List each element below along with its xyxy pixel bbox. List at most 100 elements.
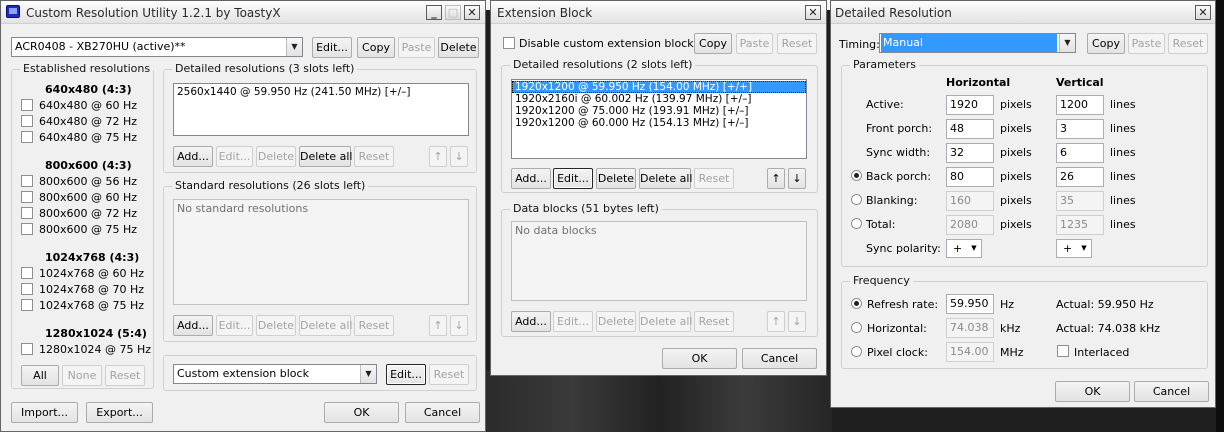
standard-delete-all-button: Delete all: [299, 315, 353, 336]
chevron-down-icon: ▼: [286, 38, 302, 56]
dr-copy-button[interactable]: Copy: [1087, 33, 1125, 54]
main-titlebar[interactable]: Custom Resolution Utility 1.2.1 by Toast…: [1, 1, 485, 24]
import-button[interactable]: Import...: [11, 402, 78, 423]
list-item-selected[interactable]: 1920x1200 @ 59.950 Hz (154.00 MHz) [+/+]: [512, 81, 806, 93]
standard-delete-button: Delete: [256, 315, 296, 336]
monitor-edit-button[interactable]: Edit...: [312, 37, 352, 58]
extension-title: Extension Block: [497, 6, 593, 20]
pixels-unit: pixels: [1000, 194, 1032, 207]
back-porch-v-input[interactable]: 26: [1056, 167, 1104, 187]
ext-detailed-listbox[interactable]: 1920x1200 @ 59.950 Hz (154.00 MHz) [+/+]…: [511, 79, 807, 159]
blanking-h-input: 160: [946, 191, 994, 211]
established-checkbox[interactable]: [21, 299, 33, 311]
established-checkbox[interactable]: [21, 207, 33, 219]
established-item-label: 800x600 @ 60 Hz: [39, 191, 138, 204]
active-h-input[interactable]: 1920: [946, 95, 994, 115]
cancel-button[interactable]: Cancel: [405, 402, 480, 423]
dr-cancel-button[interactable]: Cancel: [1134, 381, 1209, 402]
vertical-header: Vertical: [1056, 76, 1104, 89]
sync-polarity-v-select[interactable]: + ▼: [1056, 239, 1092, 258]
extension-edit-button[interactable]: Edit...: [386, 364, 426, 385]
established-group-heading: 640x480 (4:3): [45, 83, 132, 96]
export-button[interactable]: Export...: [86, 402, 153, 423]
active-v-input[interactable]: 1200: [1056, 95, 1104, 115]
monitor-select-value: ACR0408 - XB270HU (active)**: [15, 40, 186, 53]
sync-polarity-h-select[interactable]: + ▼: [946, 239, 982, 258]
refresh-rate-input[interactable]: 59.950: [946, 294, 994, 314]
list-item[interactable]: 1920x2160i @ 60.002 Hz (139.97 MHz) [+/–…: [512, 93, 806, 105]
standard-add-button[interactable]: Add...: [173, 315, 213, 336]
established-checkbox[interactable]: [21, 175, 33, 187]
back-porch-radio[interactable]: [851, 170, 862, 181]
disable-extension-checkbox[interactable]: [503, 37, 515, 49]
extension-titlebar[interactable]: Extension Block ✕: [491, 1, 826, 24]
chevron-down-icon: ▼: [1081, 244, 1087, 252]
established-all-button[interactable]: All: [21, 365, 59, 386]
ext-ok-button[interactable]: OK: [662, 348, 737, 369]
data-blocks-add-button[interactable]: Add...: [511, 311, 551, 332]
established-checkbox[interactable]: [21, 191, 33, 203]
horizontal-freq-actual: Actual: 74.038 kHz: [1056, 322, 1161, 335]
timing-select[interactable]: Manual ▼: [879, 33, 1076, 53]
pixel-clock-radio[interactable]: [851, 346, 862, 357]
data-blocks-move-up-button: ↑: [767, 311, 785, 332]
lines-unit: lines: [1110, 194, 1136, 207]
ext-detailed-edit-button[interactable]: Edit...: [553, 168, 593, 189]
minimize-button[interactable]: _: [426, 5, 442, 20]
lines-unit: lines: [1110, 122, 1136, 135]
standard-title: Standard resolutions (26 slots left): [172, 179, 369, 192]
ext-cancel-button[interactable]: Cancel: [742, 348, 817, 369]
close-button[interactable]: ✕: [1195, 5, 1211, 20]
standard-move-down-button: ↓: [450, 315, 468, 336]
extension-block-select[interactable]: Custom extension block ▼: [173, 364, 377, 384]
detailed-listbox[interactable]: 2560x1440 @ 59.950 Hz (241.50 MHz) [+/–]: [173, 83, 469, 136]
refresh-rate-radio[interactable]: [851, 298, 862, 309]
front-porch-h-input[interactable]: 48: [946, 119, 994, 139]
ext-detailed-delete-all-button[interactable]: Delete all: [639, 168, 693, 189]
established-checkbox[interactable]: [21, 223, 33, 235]
established-checkbox[interactable]: [21, 343, 33, 355]
chevron-down-icon: ▼: [360, 365, 376, 383]
horizontal-freq-input: 74.038: [946, 318, 994, 338]
monitor-select[interactable]: ACR0408 - XB270HU (active)** ▼: [11, 37, 303, 57]
established-checkbox[interactable]: [21, 99, 33, 111]
back-porch-h-input[interactable]: 80: [946, 167, 994, 187]
list-item[interactable]: 2560x1440 @ 59.950 Hz (241.50 MHz) [+/–]: [174, 86, 468, 98]
detailed-delete-all-button[interactable]: Delete all: [299, 146, 353, 167]
established-checkbox[interactable]: [21, 131, 33, 143]
blanking-radio[interactable]: [851, 194, 862, 205]
established-checkbox[interactable]: [21, 283, 33, 295]
ok-button[interactable]: OK: [324, 402, 399, 423]
total-radio[interactable]: [851, 218, 862, 229]
ext-detailed-move-down-button[interactable]: ↓: [788, 168, 806, 189]
monitor-delete-button[interactable]: Delete: [438, 37, 479, 58]
lines-unit: lines: [1110, 170, 1136, 183]
close-button[interactable]: ✕: [805, 5, 821, 20]
established-group-heading: 800x600 (4:3): [45, 159, 132, 172]
list-item[interactable]: 1920x1200 @ 60.000 Hz (154.13 MHz) [+/–]: [512, 117, 806, 129]
sync-width-h-input[interactable]: 32: [946, 143, 994, 163]
detailed-title: Detailed resolutions (3 slots left): [172, 62, 358, 75]
sync-width-v-input[interactable]: 6: [1056, 143, 1104, 163]
detailed-add-button[interactable]: Add...: [173, 146, 213, 167]
interlaced-checkbox[interactable]: [1057, 345, 1069, 357]
extension-reset-button: Reset: [429, 364, 469, 385]
ext-detailed-add-button[interactable]: Add...: [511, 168, 551, 189]
ext-copy-button[interactable]: Copy: [694, 33, 732, 54]
ext-detailed-move-up-button[interactable]: ↑: [767, 168, 785, 189]
list-item[interactable]: 1920x1200 @ 75.000 Hz (193.91 MHz) [+/–]: [512, 105, 806, 117]
monitor-copy-button[interactable]: Copy: [357, 37, 395, 58]
horizontal-freq-label: Horizontal:: [867, 322, 927, 335]
close-button[interactable]: ✕: [464, 5, 480, 20]
ext-reset-button: Reset: [777, 33, 817, 54]
dr-paste-button: Paste: [1128, 33, 1165, 54]
established-item-label: 1024x768 @ 75 Hz: [39, 299, 145, 312]
ext-detailed-delete-button[interactable]: Delete: [596, 168, 636, 189]
established-checkbox[interactable]: [21, 267, 33, 279]
established-checkbox[interactable]: [21, 115, 33, 127]
detailed-titlebar[interactable]: Detailed Resolution ✕: [831, 1, 1215, 24]
front-porch-v-input[interactable]: 3: [1056, 119, 1104, 139]
horizontal-freq-radio[interactable]: [851, 322, 862, 333]
monitor-paste-button: Paste: [398, 37, 435, 58]
dr-ok-button[interactable]: OK: [1055, 381, 1130, 402]
